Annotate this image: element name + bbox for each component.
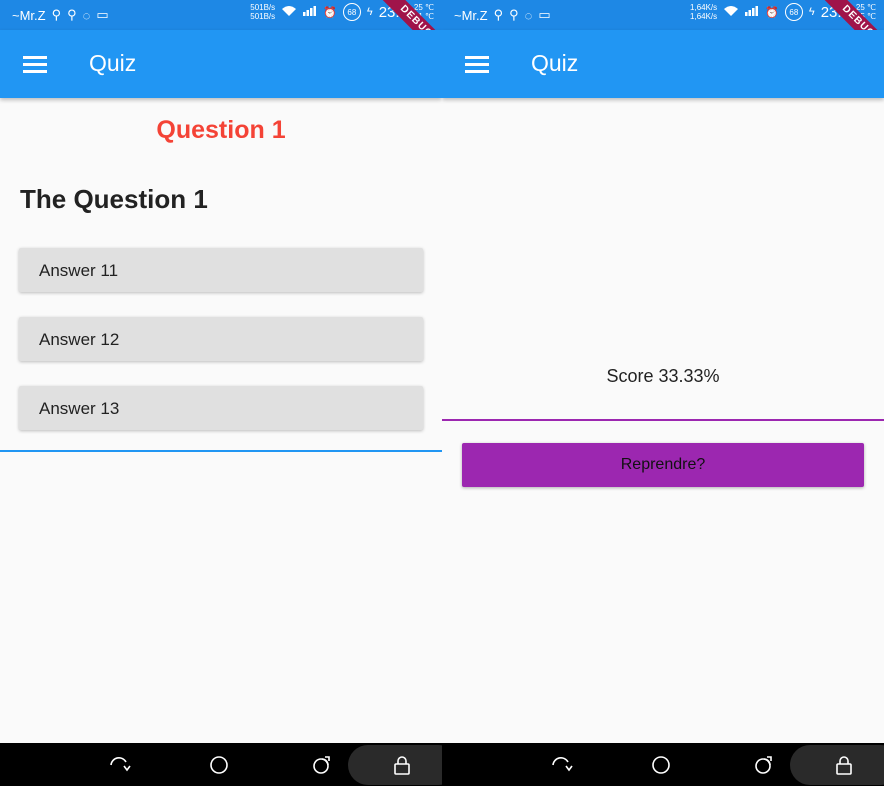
speed-down: 501B/s	[250, 12, 276, 21]
status-bar: ~Mr.Z ⚲ ⚲ ◌ ▭ 501B/s 501B/s ⏰ 68 ϟ 23:4 …	[0, 0, 442, 71]
usb-icon: ⚲	[51, 7, 62, 22]
app-title: Quiz	[531, 50, 579, 76]
lock-icon[interactable]	[390, 753, 414, 777]
divider	[0, 450, 442, 452]
quiz-question-screen: ~Mr.Z ⚲ ⚲ ◌ ▭ 501B/s 501B/s ⏰ 68 ϟ 23:4 …	[0, 0, 442, 786]
retry-label: Reprendre?	[620, 456, 706, 473]
answer-label: Answer 13	[39, 399, 120, 418]
charging-icon: ϟ	[808, 6, 815, 18]
back-rotate-icon[interactable]	[107, 753, 131, 777]
app-bar: Quiz	[0, 30, 442, 98]
score-text: Score 33.33%	[606, 366, 720, 386]
answer-button-3[interactable]: Answer 13	[19, 386, 423, 430]
question-text: The Question 1	[20, 184, 208, 214]
battery-icon: 68	[342, 3, 361, 21]
divider	[442, 419, 884, 421]
laptop-icon: ▭	[538, 7, 551, 22]
home-circle-icon[interactable]	[207, 753, 231, 777]
status-left: ~Mr.Z ⚲ ⚲ ◌ ▭	[12, 7, 109, 23]
carrier-label: ~Mr.Z	[12, 7, 46, 23]
home-circle-icon[interactable]	[649, 753, 673, 777]
battery-icon: 68	[784, 3, 803, 21]
app-title: Quiz	[89, 50, 137, 76]
network-speed: 1,64K/s 1,64K/s	[690, 3, 717, 21]
recents-icon[interactable]	[310, 753, 334, 777]
answer-button-2[interactable]: Answer 12	[19, 317, 423, 361]
status-bar: ~Mr.Z ⚲ ⚲ ◌ ▭ 1,64K/s 1,64K/s ⏰ 68 ϟ 23:…	[442, 0, 884, 71]
menu-icon[interactable]	[465, 56, 489, 73]
alarm-icon: ⏰	[765, 6, 779, 19]
signal-icon	[303, 5, 317, 19]
navigation-bar	[0, 743, 442, 786]
app-bar: Quiz	[442, 30, 884, 98]
quiz-result-screen: ~Mr.Z ⚲ ⚲ ◌ ▭ 1,64K/s 1,64K/s ⏰ 68 ϟ 23:…	[442, 0, 884, 786]
speed-down: 1,64K/s	[690, 12, 718, 21]
menu-icon[interactable]	[23, 56, 47, 73]
alarm-icon: ⏰	[323, 6, 337, 19]
lock-icon[interactable]	[832, 753, 856, 777]
carrier-label: ~Mr.Z	[454, 7, 488, 23]
network-speed: 501B/s 501B/s	[250, 3, 275, 21]
whatsapp-icon: ◌	[524, 7, 533, 23]
question-heading: Question 1	[156, 116, 286, 144]
whatsapp-icon: ◌	[82, 7, 91, 23]
status-left: ~Mr.Z ⚲ ⚲ ◌ ▭	[454, 7, 551, 23]
usb-icon-2: ⚲	[67, 7, 77, 22]
speed-up: 501B/s	[250, 3, 276, 12]
signal-icon	[745, 5, 759, 19]
speed-up: 1,64K/s	[690, 3, 718, 12]
back-rotate-icon[interactable]	[549, 753, 573, 777]
laptop-icon: ▭	[96, 7, 109, 22]
answer-button-1[interactable]: Answer 11	[19, 248, 423, 292]
charging-icon: ϟ	[366, 6, 373, 18]
retry-button[interactable]: Reprendre?	[462, 443, 864, 487]
answer-label: Answer 12	[39, 330, 120, 349]
answer-label: Answer 11	[39, 261, 119, 280]
wifi-icon	[281, 5, 297, 20]
wifi-icon	[723, 5, 739, 20]
usb-icon: ⚲	[493, 7, 504, 22]
recents-icon[interactable]	[752, 753, 776, 777]
usb-icon-2: ⚲	[509, 7, 519, 22]
navigation-bar	[442, 743, 884, 786]
